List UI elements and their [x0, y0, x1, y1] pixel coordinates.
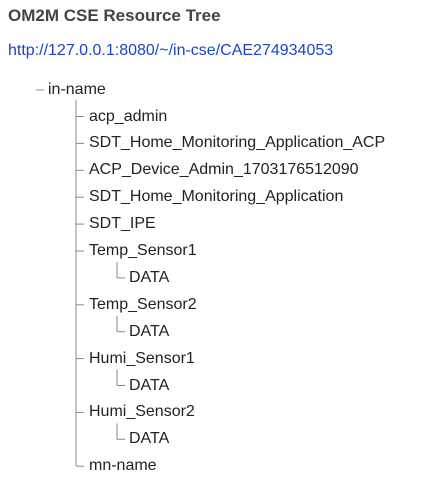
- tree-node-temp-sensor2[interactable]: Temp_Sensor2: [89, 295, 197, 315]
- tree-node-temp-sensor1[interactable]: Temp_Sensor1: [89, 241, 197, 261]
- tree-node-sdt-ipe[interactable]: SDT_IPE: [89, 214, 156, 234]
- tree-node-acp-admin[interactable]: acp_admin: [89, 107, 167, 127]
- resource-tree: in-name acp_admin SDT_Home_Monitoring_App…: [0, 0, 434, 479]
- tree-node-in-name[interactable]: in-name: [48, 80, 106, 100]
- tree-node-sdt-home-monitoring-application[interactable]: SDT_Home_Monitoring_Application: [89, 187, 343, 207]
- tree-node-mn-name[interactable]: mn-name: [89, 456, 157, 476]
- tree-node-sdt-home-monitoring-application-acp[interactable]: SDT_Home_Monitoring_Application_ACP: [89, 133, 385, 153]
- tree-node-data[interactable]: DATA: [129, 376, 169, 396]
- tree-connector-lines: [36, 89, 125, 467]
- tree-node-humi-sensor2[interactable]: Humi_Sensor2: [89, 402, 195, 422]
- tree-node-data[interactable]: DATA: [129, 268, 169, 288]
- tree-node-data[interactable]: DATA: [129, 429, 169, 449]
- tree-node-humi-sensor1[interactable]: Humi_Sensor1: [89, 349, 195, 369]
- tree-node-data[interactable]: DATA: [129, 322, 169, 342]
- tree-node-acp-device-admin-1703176512090[interactable]: ACP_Device_Admin_1703176512090: [89, 160, 359, 180]
